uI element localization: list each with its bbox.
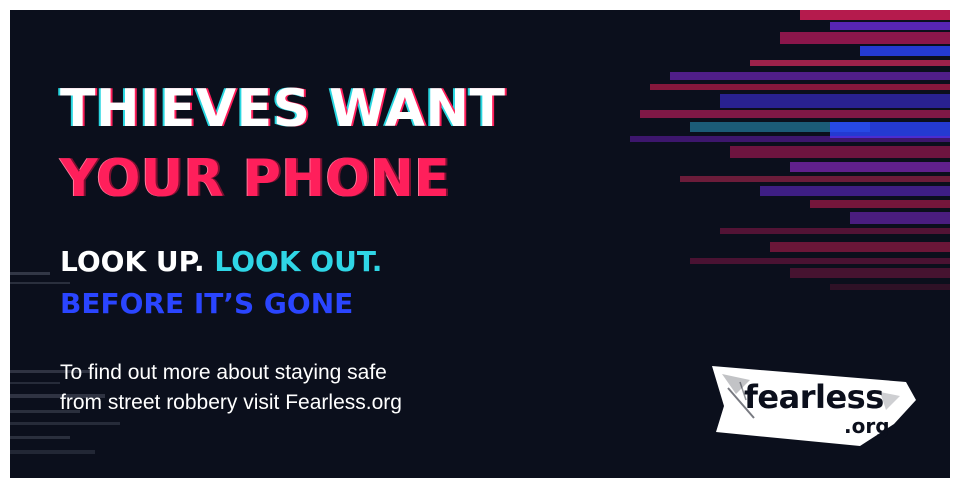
fearless-logo: fearless .org [710,360,920,450]
info-text: To find out more about staying safe from… [60,358,540,418]
ad-banner: THIEVES WANT YOUR PHONE LOOK UP. LOOK OU… [10,10,950,478]
info-line-1: To find out more about staying safe [60,361,387,384]
look-up-text: LOOK UP. [60,245,205,278]
glitch-stripes-right [630,10,950,290]
look-out-text: LOOK OUT. [214,245,383,278]
logo-domain: .org [844,414,890,438]
tagline-look: LOOK UP. LOOK OUT. [60,248,382,276]
info-line-2: from street robbery visit Fearless.org [60,391,402,414]
headline-line-1: THIEVES WANT [60,79,506,139]
logo-wordmark: fearless [744,378,884,416]
headline-line-2: YOUR PHONE [60,149,451,209]
before-gone-text: BEFORE IT’S GONE [60,287,354,320]
